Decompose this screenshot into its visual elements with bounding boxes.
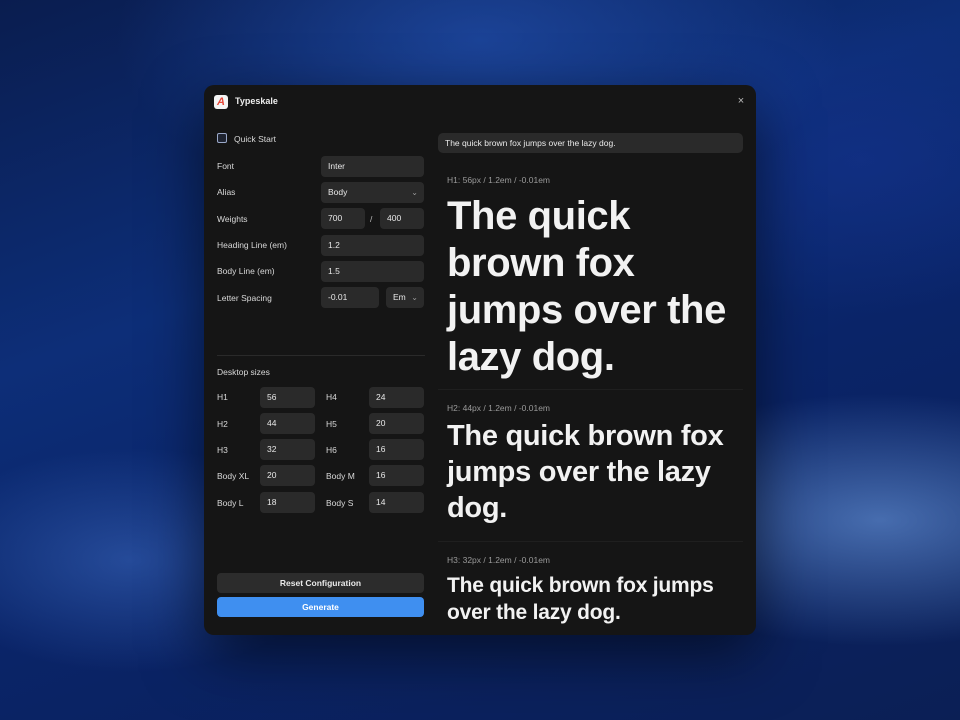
- app-title: Typeskale: [235, 96, 278, 106]
- size-label-h4: H4: [326, 392, 337, 402]
- app-logo-icon: A: [214, 95, 228, 109]
- size-input-body-l[interactable]: 18: [260, 492, 315, 513]
- quick-start-label: Quick Start: [234, 134, 277, 144]
- weights-label: Weights: [217, 214, 248, 224]
- generate-button[interactable]: Generate: [217, 597, 424, 617]
- letter-spacing-unit-value: Em: [393, 292, 406, 302]
- size-label-body-l: Body L: [217, 498, 244, 508]
- preview-text-h1: The quick brown fox jumps over the lazy …: [447, 194, 726, 379]
- size-label-h2: H2: [217, 419, 228, 429]
- size-input-body-xl[interactable]: 20: [260, 465, 315, 486]
- size-input-h5[interactable]: 20: [369, 413, 424, 434]
- size-input-h1[interactable]: 56: [260, 387, 315, 408]
- weights-separator: /: [370, 214, 373, 224]
- size-label-h5: H5: [326, 419, 337, 429]
- letter-spacing-unit-select[interactable]: Em ⌄: [386, 287, 424, 308]
- body-line-label: Body Line (em): [217, 266, 275, 276]
- preview-meta-h1: H1: 56px / 1.2em / -0.01em: [447, 175, 550, 185]
- close-icon[interactable]: ×: [734, 94, 748, 108]
- size-label-body-s: Body S: [326, 498, 354, 508]
- size-input-body-m[interactable]: 16: [369, 465, 424, 486]
- preview-text-h3: The quick brown fox jumps over the lazy …: [447, 574, 714, 624]
- size-input-h2[interactable]: 44: [260, 413, 315, 434]
- heading-weight-input[interactable]: 700: [321, 208, 365, 229]
- font-label: Font: [217, 161, 235, 171]
- reset-configuration-button[interactable]: Reset Configuration: [217, 573, 424, 593]
- sample-text-input[interactable]: The quick brown fox jumps over the lazy …: [438, 133, 743, 153]
- size-input-h3[interactable]: 32: [260, 439, 315, 460]
- quick-start-checkbox[interactable]: [217, 133, 227, 143]
- alias-label: Alias: [217, 187, 236, 197]
- alias-select[interactable]: Body ⌄: [321, 182, 424, 203]
- body-line-input[interactable]: 1.5: [321, 261, 424, 282]
- section-divider: [217, 355, 425, 356]
- desktop-sizes-title: Desktop sizes: [217, 367, 270, 377]
- preview-text-h2: The quick brown fox jumps over the lazy …: [447, 420, 724, 524]
- size-label-h3: H3: [217, 445, 228, 455]
- heading-line-input[interactable]: 1.2: [321, 235, 424, 256]
- body-weight-input[interactable]: 400: [380, 208, 424, 229]
- size-label-body-xl: Body XL: [217, 471, 250, 481]
- size-label-h1: H1: [217, 392, 228, 402]
- heading-line-label: Heading Line (em): [217, 240, 287, 250]
- letter-spacing-input[interactable]: -0.01: [321, 287, 379, 308]
- chevron-down-icon: ⌄: [411, 293, 418, 302]
- preview-scroll-area[interactable]: H1: 56px / 1.2em / -0.01em The quick bro…: [438, 163, 743, 635]
- preview-meta-h3: H3: 32px / 1.2em / -0.01em: [447, 555, 550, 565]
- preview-separator: [438, 541, 743, 542]
- preview-panel: The quick brown fox jumps over the lazy …: [438, 119, 756, 635]
- title-bar: A Typeskale ×: [204, 85, 756, 119]
- app-window: A Typeskale × Quick Start Font Inter Ali…: [204, 85, 756, 635]
- size-input-h6[interactable]: 16: [369, 439, 424, 460]
- alias-select-value: Body: [328, 187, 348, 197]
- size-input-h4[interactable]: 24: [369, 387, 424, 408]
- size-label-h6: H6: [326, 445, 337, 455]
- letter-spacing-label: Letter Spacing: [217, 293, 272, 303]
- font-input[interactable]: Inter: [321, 156, 424, 177]
- size-input-body-s[interactable]: 14: [369, 492, 424, 513]
- chevron-down-icon: ⌄: [411, 188, 418, 197]
- settings-panel: Quick Start Font Inter Alias Body ⌄ Weig…: [204, 119, 438, 635]
- preview-meta-h2: H2: 44px / 1.2em / -0.01em: [447, 403, 550, 413]
- preview-separator: [438, 389, 743, 390]
- size-label-body-m: Body M: [326, 471, 355, 481]
